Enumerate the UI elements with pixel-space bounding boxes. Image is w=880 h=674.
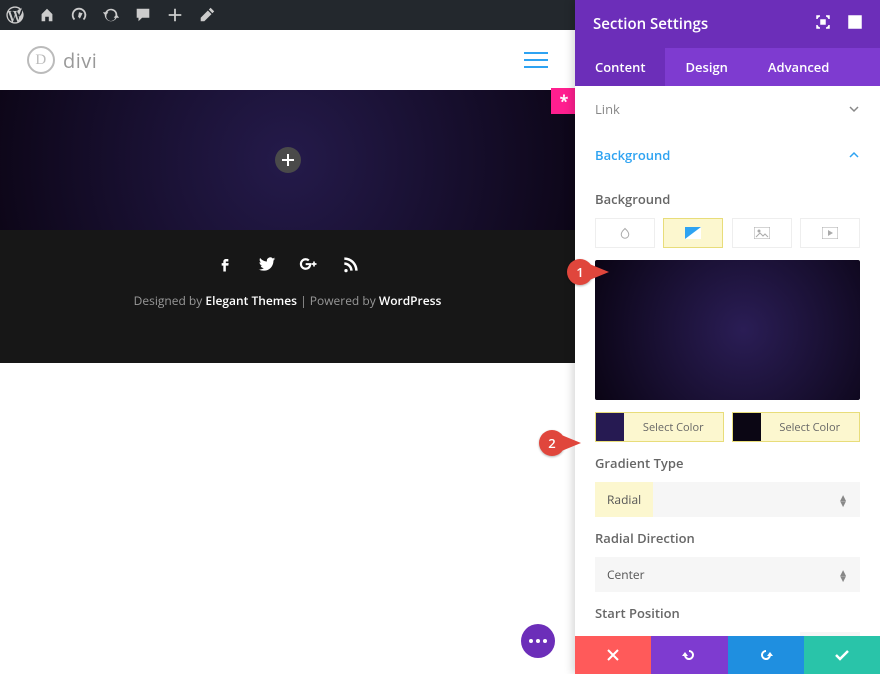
color-swatch-2 — [733, 413, 761, 441]
page-preview: D divi * Designed by Elegant Themes | Po… — [0, 30, 575, 674]
select-color-2-label: Select Color — [761, 420, 860, 435]
wordpress-icon[interactable] — [6, 6, 24, 24]
chevron-down-icon — [848, 103, 860, 115]
select-arrows-icon: ▲▼ — [838, 569, 848, 581]
radial-direction-value: Center — [607, 566, 645, 583]
credit-theme-link[interactable]: Elegant Themes — [205, 292, 297, 309]
add-module-button[interactable] — [275, 147, 301, 173]
gradient-color-2[interactable]: Select Color — [732, 412, 861, 442]
credit-mid: | Powered by — [297, 292, 379, 309]
gradient-color-1[interactable]: Select Color — [595, 412, 724, 442]
panel-header: Section Settings — [575, 0, 880, 48]
snap-icon[interactable] — [848, 14, 862, 34]
gradient-type-label: Gradient Type — [595, 454, 860, 472]
logo-mark: D — [27, 46, 55, 74]
callout-2: 2 — [539, 430, 581, 456]
color-swatch-1 — [596, 413, 624, 441]
bg-tab-gradient[interactable] — [663, 218, 723, 248]
panel-body: Link Background Background Select Color … — [575, 86, 880, 636]
dashboard-icon[interactable] — [70, 6, 88, 24]
footer-credit: Designed by Elegant Themes | Powered by … — [0, 292, 575, 309]
tab-advanced[interactable]: Advanced — [748, 48, 849, 86]
panel-tabs: Content Design Advanced — [575, 48, 880, 86]
section-background[interactable]: Background — [595, 132, 860, 178]
bg-tab-image[interactable] — [732, 218, 792, 248]
radial-direction-select[interactable]: Center ▲▼ — [595, 557, 860, 592]
tab-design[interactable]: Design — [665, 48, 747, 86]
select-arrows-icon: ▲▼ — [838, 494, 848, 506]
home-icon[interactable] — [38, 6, 56, 24]
panel-title: Section Settings — [593, 14, 708, 34]
social-links — [0, 254, 575, 278]
gradient-colors: Select Color Select Color — [595, 412, 860, 442]
module-badge[interactable]: * — [551, 88, 577, 114]
sync-icon[interactable] — [102, 6, 120, 24]
twitter-icon[interactable] — [257, 254, 277, 278]
bg-tab-video[interactable] — [800, 218, 860, 248]
expand-icon[interactable] — [816, 14, 830, 34]
panel-footer — [575, 636, 880, 674]
select-color-1-label: Select Color — [624, 420, 723, 435]
gradient-preview[interactable] — [595, 260, 860, 400]
plus-icon[interactable] — [166, 6, 184, 24]
radial-direction-label: Radial Direction — [595, 529, 860, 547]
pencil-icon[interactable] — [198, 6, 216, 24]
gradient-type-select[interactable]: Radial ▲▼ — [595, 482, 860, 517]
cancel-button[interactable] — [575, 636, 651, 674]
gradient-type-value: Radial — [595, 482, 653, 517]
menu-toggle[interactable] — [524, 52, 548, 68]
save-button[interactable] — [804, 636, 880, 674]
hero-section[interactable]: * — [0, 90, 575, 230]
site-footer: Designed by Elegant Themes | Powered by … — [0, 230, 575, 363]
settings-panel: Section Settings Content Design Advanced… — [575, 0, 880, 674]
start-position-label: Start Position — [595, 604, 860, 622]
comment-icon[interactable] — [134, 6, 152, 24]
facebook-icon[interactable] — [215, 254, 235, 278]
credit-platform-link[interactable]: WordPress — [379, 292, 441, 309]
logo-text: divi — [63, 47, 97, 74]
undo-button[interactable] — [651, 636, 727, 674]
background-label: Background — [595, 190, 860, 208]
section-background-label: Background — [595, 146, 670, 164]
site-logo[interactable]: D divi — [27, 46, 97, 74]
redo-button[interactable] — [728, 636, 804, 674]
bg-tab-color[interactable] — [595, 218, 655, 248]
builder-fab[interactable] — [521, 624, 555, 658]
googleplus-icon[interactable] — [299, 254, 319, 278]
rss-icon[interactable] — [341, 254, 361, 278]
credit-prefix: Designed by — [134, 292, 206, 309]
tab-content[interactable]: Content — [575, 48, 665, 86]
site-header: D divi — [0, 30, 575, 90]
section-link[interactable]: Link — [595, 86, 860, 132]
callout-1: 1 — [567, 259, 609, 285]
chevron-up-icon — [848, 149, 860, 161]
section-link-label: Link — [595, 100, 620, 118]
background-type-tabs — [595, 218, 860, 248]
